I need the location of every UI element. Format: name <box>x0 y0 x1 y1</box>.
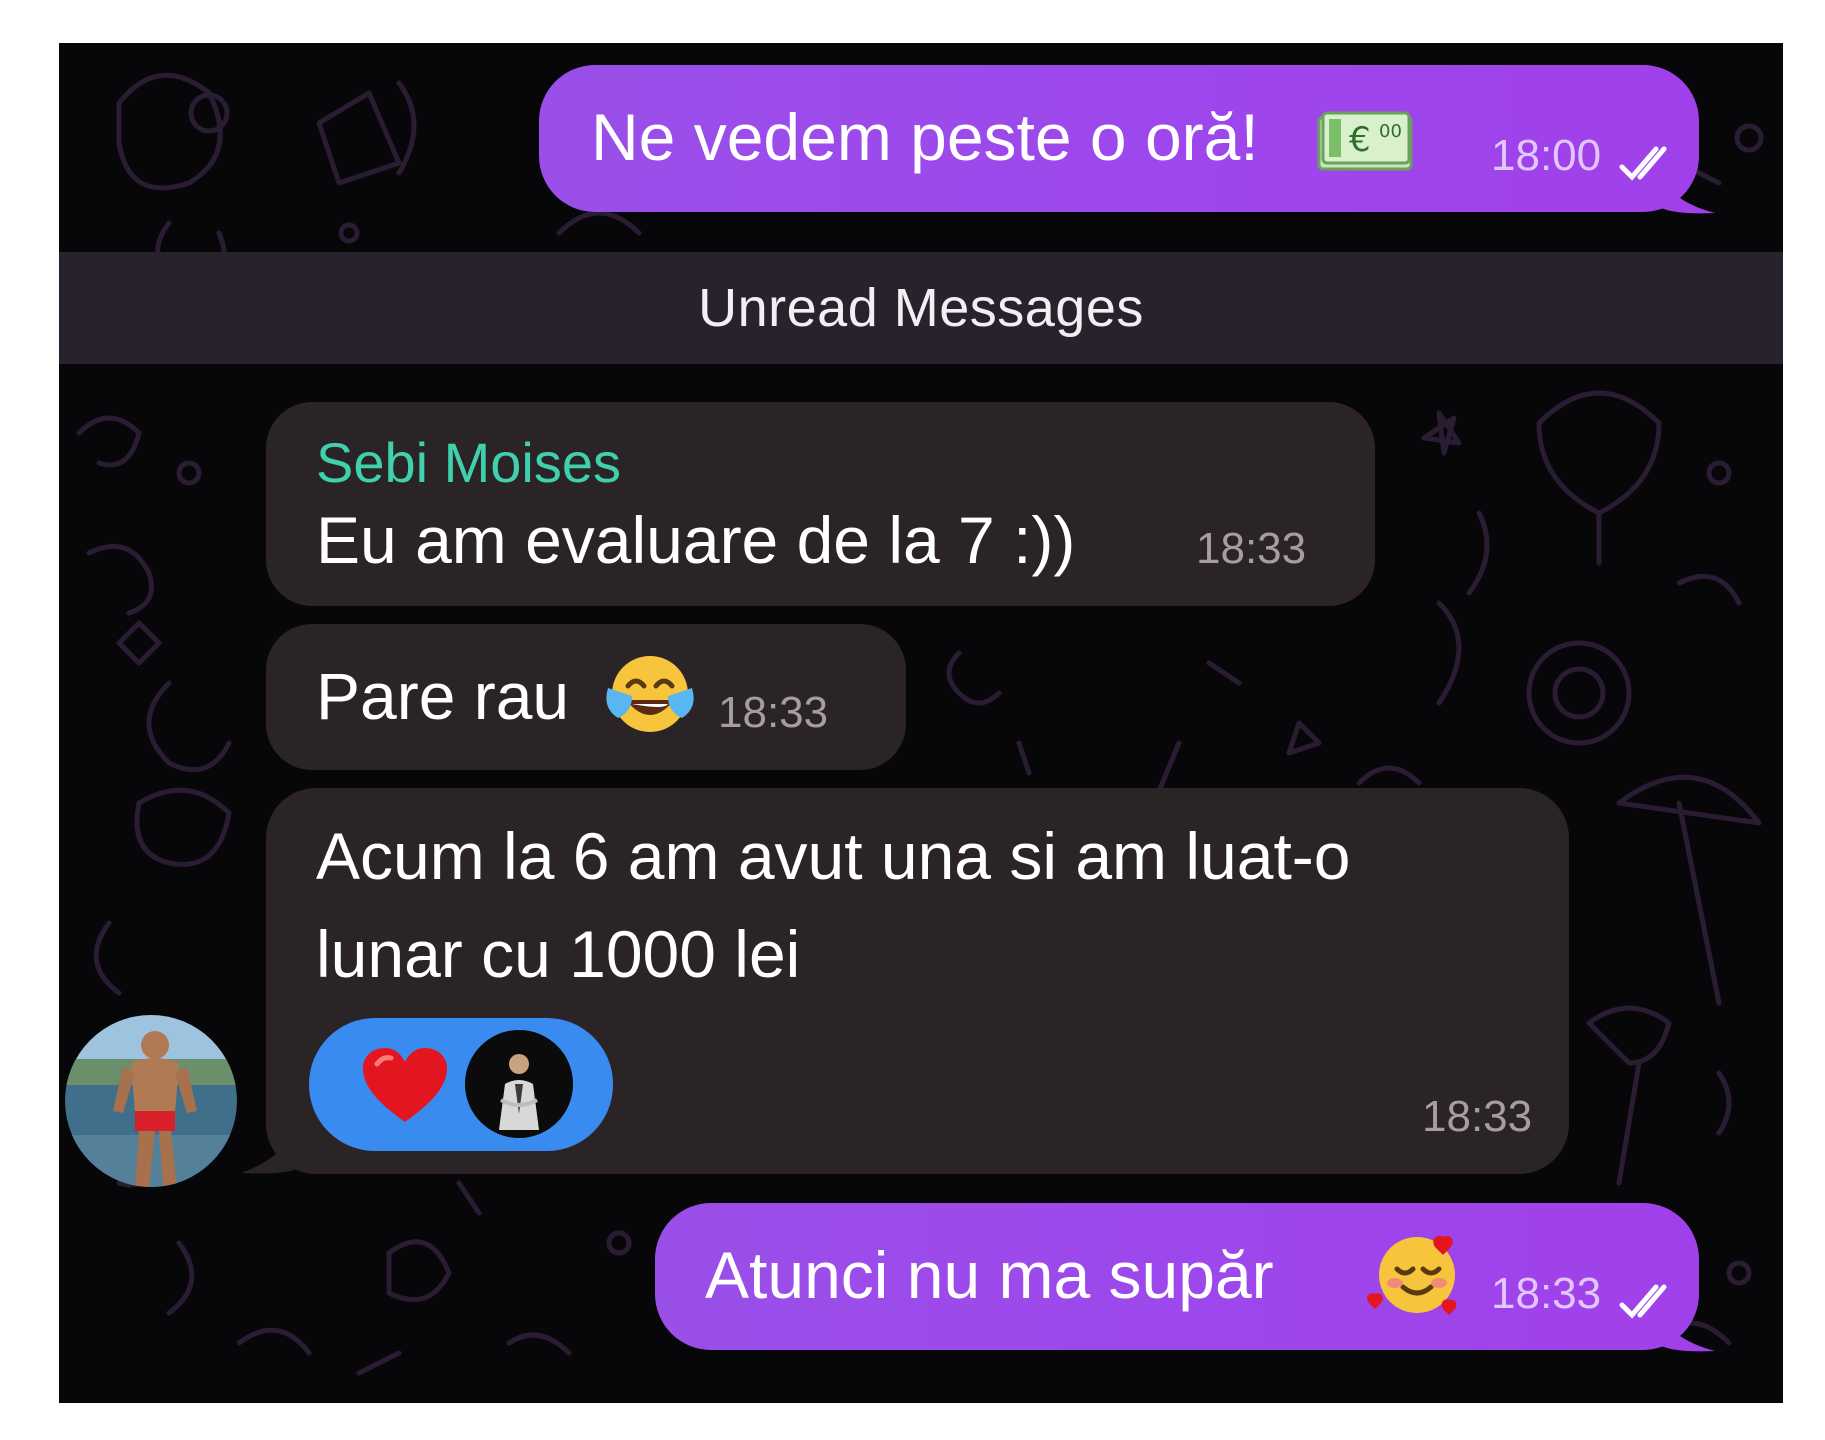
message-time: 18:33 <box>718 688 829 737</box>
unread-messages-label: Unread Messages <box>698 278 1144 338</box>
incoming-message-bubble[interactable]: Pare rau 18:33 <box>266 624 906 770</box>
message-time: 18:33 <box>1491 1269 1602 1318</box>
red-heart-emoji <box>363 1048 447 1122</box>
message-text: Eu am evaluare de la 7 :)) <box>316 503 1076 577</box>
sender-name[interactable]: Sebi Moises <box>316 432 621 494</box>
sender-avatar-image <box>65 1015 237 1187</box>
outgoing-message-bubble[interactable]: Atunci nu ma supăr 18:33 <box>655 1203 1699 1350</box>
svg-text:00: 00 <box>1379 121 1402 142</box>
sender-avatar[interactable] <box>65 1015 237 1187</box>
reactor-avatar-image <box>465 1030 573 1138</box>
chat-view: Ne vedem peste o oră! € 00 18:00 Unread … <box>59 43 1783 1403</box>
message-text: Pare rau <box>316 659 570 733</box>
message-text: Ne vedem peste o oră! <box>591 100 1259 174</box>
message-time: 18:00 <box>1491 131 1602 180</box>
face-with-tears-of-joy-emoji <box>606 656 694 732</box>
incoming-message-bubble[interactable]: Sebi Moises Eu am evaluare de la 7 :)) 1… <box>266 402 1375 606</box>
reaction-pill[interactable] <box>309 1018 613 1151</box>
message-text-line-1: Acum la 6 am avut una si am luat-o <box>316 819 1351 893</box>
svg-text:€: € <box>1349 120 1371 160</box>
message-time: 18:33 <box>1422 1092 1533 1141</box>
message-time: 18:33 <box>1196 524 1307 573</box>
bubble-tail <box>1659 1309 1715 1352</box>
message-text: Atunci nu ma supăr <box>705 1238 1274 1312</box>
message-text-line-2: lunar cu 1000 lei <box>316 917 801 991</box>
unread-messages-divider: Unread Messages <box>59 252 1783 364</box>
bubble-tail <box>1659 171 1715 214</box>
euro-banknote-emoji: € 00 <box>1317 111 1413 171</box>
smiling-face-with-hearts-emoji <box>1367 1235 1457 1315</box>
reactor-avatar[interactable] <box>465 1030 573 1138</box>
outgoing-message-bubble[interactable]: Ne vedem peste o oră! € 00 18:00 <box>539 65 1699 212</box>
bubble-tail <box>241 1121 297 1174</box>
